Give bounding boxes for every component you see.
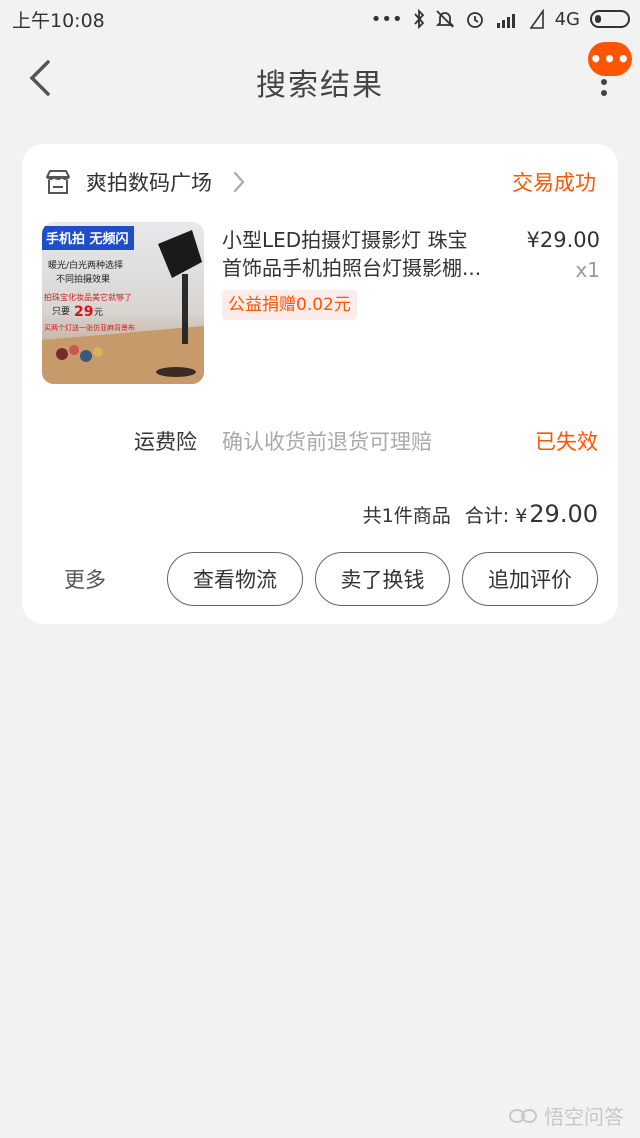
- thumb-line3: 拍珠宝化妆品美它就够了: [44, 292, 132, 302]
- total-amount: 29.00: [529, 500, 598, 528]
- order-status: 交易成功: [512, 171, 596, 195]
- thumb-badge: 手机拍 无频闪: [46, 231, 129, 247]
- item-count: 共1件商品: [362, 505, 451, 527]
- status-time: 上午10:08: [12, 9, 105, 32]
- product-title-line1: 小型LED拍摄灯摄影灯 珠宝: [222, 228, 468, 252]
- thumb-price-prefix: 只要: [52, 306, 70, 317]
- product-image: 手机拍 无频闪 暖光/白光两种选择 不同拍摄效果 拍珠宝化妆品美它就够了 只要 …: [42, 222, 204, 384]
- order-card: 爽拍数码广场 交易成功 手机拍 无频闪 暖光/白光两种选择 不同拍摄效果 拍珠宝…: [22, 144, 618, 624]
- signal-dots: •••: [370, 8, 403, 30]
- add-review-button[interactable]: 追加评价: [462, 552, 598, 606]
- network-type: 4G: [554, 8, 580, 30]
- thumb-line2: 不同拍摄效果: [56, 273, 110, 285]
- mute-bell-icon: [435, 10, 454, 28]
- product-price: ¥29.00: [526, 228, 600, 252]
- shipping-insurance-row: 运费险 确认收货前退货可理赔 已失效: [22, 426, 618, 460]
- order-actions: 更多 查看物流 卖了换钱 追加评价: [22, 552, 618, 608]
- menu-dot: [601, 79, 607, 85]
- hd-signal-icon: [496, 14, 515, 28]
- shop-icon: [46, 170, 70, 194]
- total-label: 合计: ¥: [464, 505, 528, 527]
- insurance-label: 运费险: [134, 430, 197, 454]
- product-title[interactable]: 小型LED拍摄灯摄影灯 珠宝 首饰品手机拍照台灯摄影棚...: [222, 226, 502, 282]
- insurance-description: 确认收货前退货可理赔: [222, 430, 432, 454]
- battery-icon: [590, 10, 630, 28]
- order-summary: 共1件商品 合计: ¥ 29.00: [363, 500, 598, 532]
- nav-bar: 搜索结果 •••: [0, 38, 640, 122]
- watermark-text: 悟空问答: [544, 1105, 624, 1129]
- watermark: 悟空问答: [508, 1101, 624, 1130]
- resell-button[interactable]: 卖了换钱: [315, 552, 450, 606]
- chevron-right-icon: [233, 171, 245, 193]
- shop-name: 爽拍数码广场: [86, 171, 212, 195]
- status-bar: 上午10:08 ••• 4G: [0, 0, 640, 38]
- thumb-price: 29: [74, 304, 93, 320]
- product-thumbnail[interactable]: 手机拍 无频闪 暖光/白光两种选择 不同拍摄效果 拍珠宝化妆品美它就够了 只要 …: [42, 222, 204, 384]
- shop-header[interactable]: 爽拍数码广场 交易成功: [44, 164, 596, 200]
- menu-dot: [601, 90, 607, 96]
- thumb-line4: 买两个灯送一张仿亚麻背景布: [44, 323, 135, 332]
- product-quantity: x1: [575, 258, 600, 282]
- view-logistics-button[interactable]: 查看物流: [167, 552, 303, 606]
- alarm-icon: [466, 12, 483, 28]
- status-icons: ••• 4G: [371, 9, 630, 30]
- more-actions-link[interactable]: 更多: [64, 564, 106, 594]
- page-title: 搜索结果: [256, 68, 384, 103]
- insurance-status: 已失效: [535, 430, 598, 454]
- charity-tag: 公益捐赠0.02元: [222, 290, 357, 320]
- message-badge[interactable]: •••: [588, 42, 632, 76]
- signal-icon: [529, 9, 544, 29]
- product-title-line2: 首饰品手机拍照台灯摄影棚...: [222, 256, 482, 280]
- thumb-price-unit: 元: [94, 308, 103, 318]
- bluetooth-icon: [413, 9, 424, 29]
- watermark-logo-icon: [509, 1108, 537, 1123]
- more-menu-button[interactable]: [598, 68, 610, 124]
- thumb-line1: 暖光/白光两种选择: [48, 259, 123, 271]
